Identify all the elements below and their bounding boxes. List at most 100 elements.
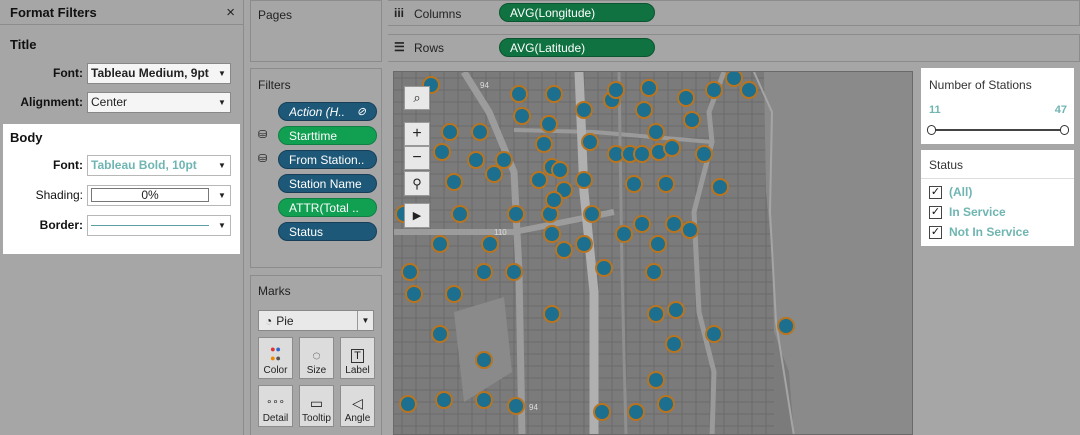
filter-pill-station-name[interactable]: Station Name bbox=[278, 174, 377, 193]
station-marker[interactable] bbox=[681, 221, 699, 239]
station-marker[interactable] bbox=[433, 143, 451, 161]
station-marker[interactable] bbox=[725, 72, 743, 87]
station-marker[interactable] bbox=[595, 259, 613, 277]
marks-label-button[interactable]: T Label bbox=[340, 337, 375, 379]
station-marker[interactable] bbox=[555, 241, 573, 259]
station-marker[interactable] bbox=[441, 123, 459, 141]
station-marker[interactable] bbox=[695, 145, 713, 163]
station-marker[interactable] bbox=[575, 235, 593, 253]
pin-button[interactable]: ⚲ bbox=[404, 171, 430, 196]
station-marker[interactable] bbox=[475, 263, 493, 281]
checkbox-checked-icon[interactable]: ✓ bbox=[929, 185, 942, 199]
title-font-dropdown[interactable]: Tableau Medium, 9pt ▼ bbox=[87, 62, 231, 84]
status-option-not-in-service[interactable]: ✓ Not In Service bbox=[929, 225, 1029, 239]
range-slider-min-handle[interactable] bbox=[927, 125, 936, 135]
title-alignment-dropdown[interactable]: Center ▼ bbox=[87, 91, 231, 113]
station-marker[interactable] bbox=[683, 111, 701, 129]
station-marker[interactable] bbox=[481, 235, 499, 253]
marks-angle-button[interactable]: ◁ Angle bbox=[340, 385, 375, 427]
station-marker[interactable] bbox=[607, 81, 625, 99]
station-marker[interactable] bbox=[495, 151, 513, 169]
station-marker[interactable] bbox=[667, 301, 685, 319]
station-marker[interactable] bbox=[645, 263, 663, 281]
map-search-button[interactable]: ⌕ bbox=[404, 86, 430, 110]
body-border-dropdown[interactable]: ▼ bbox=[87, 214, 231, 236]
station-marker[interactable] bbox=[635, 101, 653, 119]
filter-pill-starttime[interactable]: Starttime bbox=[278, 126, 377, 145]
station-marker[interactable] bbox=[431, 235, 449, 253]
pages-card[interactable]: Pages bbox=[250, 0, 382, 62]
station-marker[interactable] bbox=[551, 161, 569, 179]
marks-detail-button[interactable]: ∘∘∘ Detail bbox=[258, 385, 293, 427]
station-marker[interactable] bbox=[740, 81, 758, 99]
station-marker[interactable] bbox=[485, 165, 503, 183]
station-marker[interactable] bbox=[467, 151, 485, 169]
map-view[interactable]: 94 110 94 bbox=[393, 71, 913, 435]
station-marker[interactable] bbox=[540, 115, 558, 133]
station-marker[interactable] bbox=[711, 178, 729, 196]
marks-size-button[interactable]: ◌ Size bbox=[299, 337, 334, 379]
columns-shelf[interactable]: iii Columns bbox=[388, 0, 1080, 26]
filter-pill-status[interactable]: Status bbox=[278, 222, 377, 241]
station-marker[interactable] bbox=[777, 317, 795, 335]
station-marker[interactable] bbox=[633, 145, 651, 163]
station-marker[interactable] bbox=[677, 89, 695, 107]
zoom-out-button[interactable]: − bbox=[404, 146, 430, 170]
filter-pill-action[interactable]: Action (H.. ⊘ bbox=[278, 102, 377, 121]
station-marker[interactable] bbox=[475, 391, 493, 409]
columns-pill[interactable]: AVG(Longitude) bbox=[499, 3, 655, 22]
station-marker[interactable] bbox=[581, 133, 599, 151]
station-marker[interactable] bbox=[647, 371, 665, 389]
station-marker[interactable] bbox=[445, 285, 463, 303]
station-marker[interactable] bbox=[401, 263, 419, 281]
station-marker[interactable] bbox=[633, 215, 651, 233]
range-slider-max-handle[interactable] bbox=[1060, 125, 1069, 135]
marks-color-button[interactable]: ●● ●● Color bbox=[258, 337, 293, 379]
zoom-in-button[interactable]: + bbox=[404, 122, 430, 146]
range-slider-track[interactable] bbox=[932, 129, 1063, 131]
station-marker[interactable] bbox=[513, 107, 531, 125]
station-marker[interactable] bbox=[657, 175, 675, 193]
station-marker[interactable] bbox=[399, 395, 417, 413]
station-marker[interactable] bbox=[471, 123, 489, 141]
map-toolbar-expand-button[interactable]: ▶ bbox=[404, 203, 430, 228]
station-marker[interactable] bbox=[545, 191, 563, 209]
filter-pill-from-station[interactable]: From Station.. bbox=[278, 150, 377, 169]
station-marker[interactable] bbox=[665, 215, 683, 233]
body-shading-dropdown[interactable]: 0% ▼ bbox=[87, 184, 231, 206]
filter-pill-attr-total[interactable]: ATTR(Total .. bbox=[278, 198, 377, 217]
station-marker[interactable] bbox=[507, 397, 525, 415]
station-marker[interactable] bbox=[663, 139, 681, 157]
station-marker[interactable] bbox=[543, 225, 561, 243]
station-marker[interactable] bbox=[535, 135, 553, 153]
station-marker[interactable] bbox=[705, 325, 723, 343]
station-marker[interactable] bbox=[665, 335, 683, 353]
mark-type-dropdown[interactable]: ◔ Pie ▼ bbox=[258, 310, 374, 331]
checkbox-checked-icon[interactable]: ✓ bbox=[929, 225, 942, 239]
station-marker[interactable] bbox=[705, 81, 723, 99]
station-marker[interactable] bbox=[627, 403, 645, 421]
station-marker[interactable] bbox=[545, 85, 563, 103]
station-marker[interactable] bbox=[507, 205, 525, 223]
rows-pill[interactable]: AVG(Latitude) bbox=[499, 38, 655, 57]
close-icon[interactable]: × bbox=[226, 4, 235, 21]
marks-tooltip-button[interactable]: ▭ Tooltip bbox=[299, 385, 334, 427]
station-marker[interactable] bbox=[649, 235, 667, 253]
station-marker[interactable] bbox=[510, 85, 528, 103]
station-marker[interactable] bbox=[657, 395, 675, 413]
station-marker[interactable] bbox=[593, 403, 611, 421]
station-marker[interactable] bbox=[445, 173, 463, 191]
station-marker[interactable] bbox=[625, 175, 643, 193]
station-marker[interactable] bbox=[405, 285, 423, 303]
station-marker[interactable] bbox=[431, 325, 449, 343]
status-option-all[interactable]: ✓ (All) bbox=[929, 185, 972, 199]
status-option-in-service[interactable]: ✓ In Service bbox=[929, 205, 1006, 219]
station-marker[interactable] bbox=[505, 263, 523, 281]
checkbox-checked-icon[interactable]: ✓ bbox=[929, 205, 942, 219]
station-marker[interactable] bbox=[543, 305, 561, 323]
rows-shelf[interactable]: ☰ Rows bbox=[388, 34, 1080, 62]
station-marker[interactable] bbox=[475, 351, 493, 369]
station-marker[interactable] bbox=[615, 225, 633, 243]
station-marker[interactable] bbox=[640, 79, 658, 97]
station-marker[interactable] bbox=[530, 171, 548, 189]
